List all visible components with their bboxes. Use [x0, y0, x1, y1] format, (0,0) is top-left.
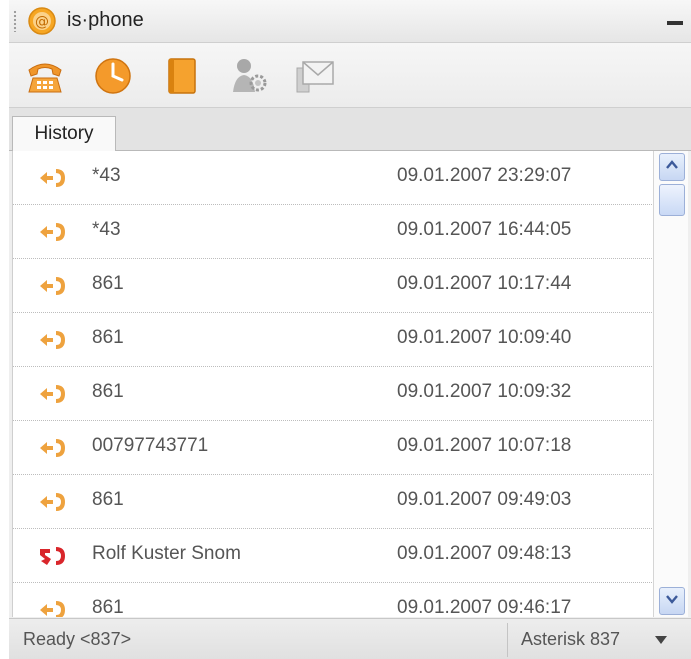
messages-button[interactable] [293, 54, 337, 98]
history-row[interactable]: *43 09.01.2007 16:44:05 [13, 205, 654, 259]
caller-name: *43 [92, 219, 121, 240]
clock-icon [95, 58, 131, 94]
settings-button[interactable] [227, 54, 271, 98]
history-row[interactable]: 00797743771 09.01.2007 10:07:18 [13, 421, 654, 475]
status-separator [507, 623, 508, 657]
history-row[interactable]: 861 09.01.2007 09:49:03 [13, 475, 654, 529]
vertical-scrollbar[interactable] [653, 151, 688, 617]
history-row[interactable]: Rolf Kuster Snom 09.01.2007 09:48:13 [13, 529, 654, 583]
call-time: 09.01.2007 10:09:40 [397, 327, 572, 348]
app-title: is·phone [67, 9, 144, 31]
incoming-call-icon [40, 601, 65, 617]
caller-name: Rolf Kuster Snom [92, 543, 241, 564]
caller-name: 861 [92, 489, 124, 510]
status-text: Ready <837> [23, 629, 132, 649]
status-bar: Ready <837> Asterisk 837 [9, 618, 691, 659]
history-list: *43 09.01.2007 23:29:07 *43 09.01.2007 1… [12, 151, 654, 617]
account-selector[interactable]: Asterisk 837 [521, 629, 620, 650]
phone-button[interactable] [23, 54, 67, 98]
scroll-down-button[interactable] [659, 587, 685, 615]
scroll-thumb[interactable] [659, 184, 685, 216]
caller-name: 861 [92, 327, 124, 348]
tab-strip: History [9, 108, 691, 151]
call-time: 09.01.2007 23:29:07 [397, 165, 572, 186]
chevron-up-icon [666, 160, 678, 169]
call-time: 09.01.2007 10:07:18 [397, 435, 572, 456]
settings-user-icon [233, 59, 267, 92]
history-row[interactable]: 861 09.01.2007 10:09:40 [13, 313, 654, 367]
mail-icon [296, 61, 334, 93]
call-time: 09.01.2007 09:46:17 [397, 597, 572, 617]
history-row[interactable]: 861 09.01.2007 10:09:32 [13, 367, 654, 421]
incoming-call-icon [40, 169, 65, 187]
drag-grip[interactable] [13, 10, 17, 32]
isphone-window: @ is·phone History *43 09.01.2007 23:29:… [9, 0, 691, 659]
caller-name: 00797743771 [92, 435, 209, 456]
svg-text:@: @ [35, 14, 49, 30]
address-book-icon [168, 58, 196, 94]
call-time: 09.01.2007 10:17:44 [397, 273, 572, 294]
address-book-button[interactable] [159, 54, 203, 98]
app-logo-icon: @ [28, 7, 56, 35]
history-row[interactable]: *43 09.01.2007 23:29:07 [13, 151, 654, 205]
minimize-button[interactable] [667, 21, 683, 25]
caller-name: *43 [92, 165, 121, 186]
title-bar[interactable]: @ is·phone [9, 0, 691, 43]
call-time: 09.01.2007 09:49:03 [397, 489, 572, 510]
incoming-call-icon [40, 223, 65, 241]
incoming-call-icon [40, 331, 65, 349]
caller-name: 861 [92, 273, 124, 294]
history-row[interactable]: 861 09.01.2007 10:17:44 [13, 259, 654, 313]
call-time: 09.01.2007 09:48:13 [397, 543, 572, 564]
call-time: 09.01.2007 16:44:05 [397, 219, 572, 240]
incoming-call-icon [40, 439, 65, 457]
chevron-down-icon [666, 595, 678, 604]
incoming-call-icon [40, 385, 65, 403]
missed-call-icon [40, 547, 65, 565]
tab-history[interactable]: History [12, 116, 116, 151]
call-time: 09.01.2007 10:09:32 [397, 381, 572, 402]
toolbar [9, 43, 691, 108]
incoming-call-icon [40, 493, 65, 511]
dropdown-arrow-icon[interactable] [655, 636, 667, 644]
history-button[interactable] [91, 54, 135, 98]
caller-name: 861 [92, 381, 124, 402]
phone-icon [28, 63, 62, 93]
scroll-up-button[interactable] [659, 153, 685, 181]
history-row[interactable]: 861 09.01.2007 09:46:17 [13, 583, 654, 617]
caller-name: 861 [92, 597, 124, 617]
incoming-call-icon [40, 277, 65, 295]
